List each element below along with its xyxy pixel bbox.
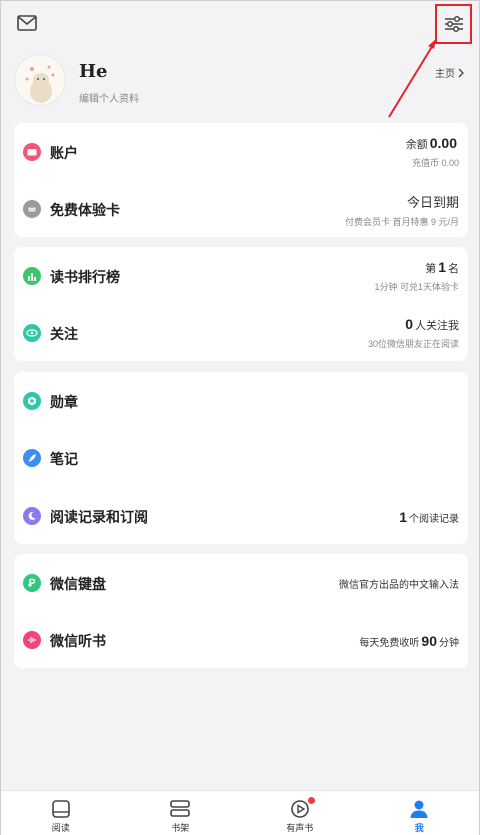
services-card: 微信键盘 微信官方出品的中文输入法 微信听书 每天免费收听 90 分钟 [14,554,468,668]
moon-icon [23,507,41,525]
tab-label: 我 [414,823,424,833]
ranking-info: 第1名 1分钟 可兑1天体验卡 [374,259,459,293]
listen-suffix: 分钟 [439,638,459,649]
tab-label: 书架 [171,823,190,833]
sliders-icon [444,15,463,33]
notes-row[interactable]: 笔记 [14,429,468,487]
account-row[interactable]: 账户 余额 0.00 充值币 0.00 [14,123,468,181]
follower-count: 0 [405,316,413,332]
notes-label: 笔记 [50,451,78,467]
avatar[interactable] [14,54,66,106]
keyboard-label: 微信键盘 [50,576,106,592]
infinity-icon [23,200,41,218]
listen-row[interactable]: 微信听书 每天免费收听 90 分钟 [14,611,468,669]
follower-suffix: 人关注我 [415,320,459,332]
eye-icon [23,324,41,342]
account-label: 账户 [50,145,78,161]
follow-label: 关注 [50,326,78,342]
notification-dot [308,797,315,804]
keyboard-logo-icon [23,574,41,592]
keyboard-row[interactable]: 微信键盘 微信官方出品的中文输入法 [14,554,468,612]
feather-icon [23,449,41,467]
account-card: 账户 余额 0.00 充值币 0.00 免费体验卡 今日到期 付费会员卡 首月特惠… [14,123,468,237]
account-balance: 余额 0.00 充值币 0.00 [406,135,459,169]
trial-promo: 付费会员卡 首月特惠 9 元/月 [344,217,459,227]
follow-sub: 30位微信朋友正在阅读 [367,339,459,349]
follow-info: 0 人关注我 30位微信朋友正在阅读 [368,316,459,350]
audio-wave-icon [23,631,41,649]
listen-label: 微信听书 [50,633,106,649]
profile-name[interactable]: He [79,61,107,82]
user-icon [410,800,428,818]
homepage-link[interactable]: 主页 [435,65,465,80]
coin-balance: 充值币 0.00 [411,158,459,168]
rank-suffix: 名 [448,263,459,275]
bar-chart-icon [23,267,41,285]
ranking-row[interactable]: 读书排行榜 第1名 1分钟 可兑1天体验卡 [14,247,468,305]
tab-audiobook[interactable]: 有声书 [240,791,360,835]
history-info: 1 个阅读记录 [399,509,459,525]
history-row[interactable]: 阅读记录和订阅 1 个阅读记录 [14,487,468,545]
ranking-label: 读书排行榜 [50,269,120,285]
tab-me[interactable]: 我 [360,791,480,835]
book-icon [51,800,70,818]
tab-bookshelf[interactable]: 书架 [121,791,241,835]
bookshelf-icon [170,800,191,817]
trial-info: 今日到期 付费会员卡 首月特惠 9 元/月 [345,192,459,228]
chevron-right-icon [458,68,464,77]
medals-row[interactable]: 勋章 [14,372,468,430]
listen-prefix: 每天免费收听 [359,638,420,649]
mail-icon[interactable] [17,15,37,31]
ranking-sub: 1分钟 可兑1天体验卡 [374,282,459,292]
rank-value: 1 [438,259,446,275]
tab-read[interactable]: 阅读 [1,791,121,835]
tab-label: 有声书 [286,823,314,833]
trial-expiry: 今日到期 [406,195,459,210]
history-count: 1 [399,509,407,525]
history-suffix: 个阅读记录 [409,514,459,525]
balance-value: 0.00 [429,135,457,151]
keyboard-desc: 微信官方出品的中文输入法 [339,580,459,591]
edit-profile-link[interactable]: 编辑个人资料 [79,90,139,105]
medal-icon [23,392,41,410]
trial-label: 免费体验卡 [50,202,120,218]
tab-label: 阅读 [51,823,70,833]
wallet-icon [23,143,41,161]
follow-row[interactable]: 关注 0 人关注我 30位微信朋友正在阅读 [14,304,468,362]
medals-label: 勋章 [50,394,78,410]
trial-card-row[interactable]: 免费体验卡 今日到期 付费会员卡 首月特惠 9 元/月 [14,180,468,238]
balance-prefix: 余额 [405,139,428,151]
profile-section: He 编辑个人资料 主页 [1,51,479,117]
listen-info: 每天免费收听 90 分钟 [359,633,459,649]
bottom-tab-bar: 阅读 书架 有声书 我 [1,790,479,835]
reading-card: 勋章 笔记 阅读记录和订阅 1 个阅读记录 [14,372,468,544]
listen-minutes: 90 [421,633,437,649]
rank-prefix: 第 [425,263,437,275]
social-card: 读书排行榜 第1名 1分钟 可兑1天体验卡 关注 0 人关注我 30位微信朋友正在… [14,247,468,361]
history-label: 阅读记录和订阅 [50,509,148,525]
homepage-label: 主页 [435,69,455,80]
